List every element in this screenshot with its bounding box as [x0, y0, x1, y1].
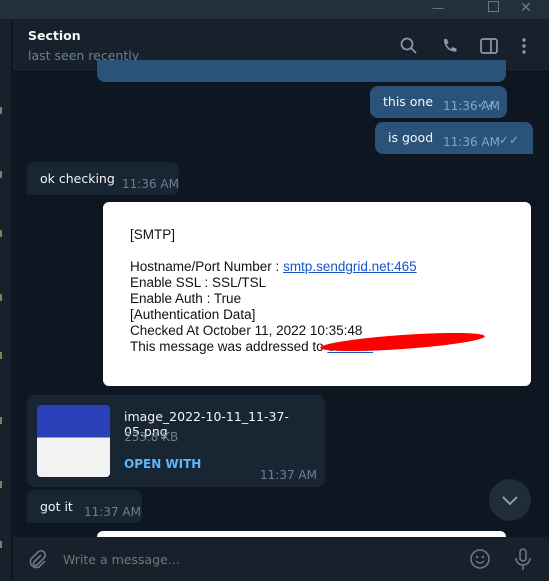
message-bubble[interactable]: got it 11:37 AM: [27, 490, 142, 523]
message-input[interactable]: [63, 549, 453, 569]
image-text-line: Enable SSL : SSL/TSL: [130, 275, 267, 290]
message-bubble-partial[interactable]: [97, 60, 506, 82]
chat-list-collapsed[interactable]: [0, 19, 12, 581]
message-text: this one: [383, 94, 434, 109]
message-bubble[interactable]: is good 11:36 AM ✓✓: [375, 122, 533, 154]
image-text-line: Hostname/Port Number :: [130, 259, 284, 274]
minimize-button[interactable]: —: [432, 0, 444, 16]
message-text: got it: [40, 499, 73, 514]
message-bubble[interactable]: this one 11:36 AM ✓✓: [370, 86, 507, 118]
message-time: 11:37 AM: [260, 468, 317, 482]
more-vertical-icon[interactable]: [514, 36, 534, 56]
image-text-line: [SMTP]: [130, 227, 176, 242]
image-text-line: [Authentication Data]: [130, 307, 256, 322]
open-with-button[interactable]: OPEN WITH: [124, 457, 201, 471]
scroll-down-button[interactable]: [489, 479, 531, 521]
image-text-line: Enable Auth : True: [130, 291, 242, 306]
message-text: ok checking: [40, 171, 115, 186]
sidebar-toggle-icon[interactable]: [479, 36, 499, 56]
message-time: 11:37 AM: [84, 505, 141, 519]
message-time: 11:36 AM: [122, 177, 179, 191]
microphone-icon[interactable]: [512, 547, 534, 571]
message-text: is good: [388, 130, 434, 145]
smtp-link[interactable]: smtp.sendgrid.net:465: [283, 259, 417, 274]
file-size: 233.8 KB: [124, 430, 179, 444]
attach-icon[interactable]: [26, 549, 48, 571]
message-bubble[interactable]: ok checking 11:36 AM: [27, 162, 179, 195]
composer: [13, 537, 549, 581]
phone-icon[interactable]: [440, 36, 460, 56]
file-message[interactable]: image_2022-10-11_11-37-05.png 233.8 KB O…: [27, 395, 325, 487]
double-check-icon: ✓✓: [498, 133, 519, 147]
message-time: 11:36 AM: [443, 135, 500, 149]
image-message[interactable]: [SMTP] Hostname/Port Number : smtp.sendg…: [103, 202, 531, 386]
double-check-icon: ✓✓: [476, 97, 497, 111]
chat-title: Section: [28, 28, 81, 43]
maximize-button[interactable]: [488, 1, 499, 12]
close-button[interactable]: ✕: [520, 0, 532, 16]
image-text-line: This message was addressed to: [130, 339, 328, 354]
emoji-icon[interactable]: [469, 548, 491, 570]
title-bar: — ✕: [0, 0, 549, 19]
chevron-down-icon: [502, 496, 518, 506]
search-icon[interactable]: [399, 36, 419, 56]
file-thumbnail[interactable]: [37, 405, 110, 477]
